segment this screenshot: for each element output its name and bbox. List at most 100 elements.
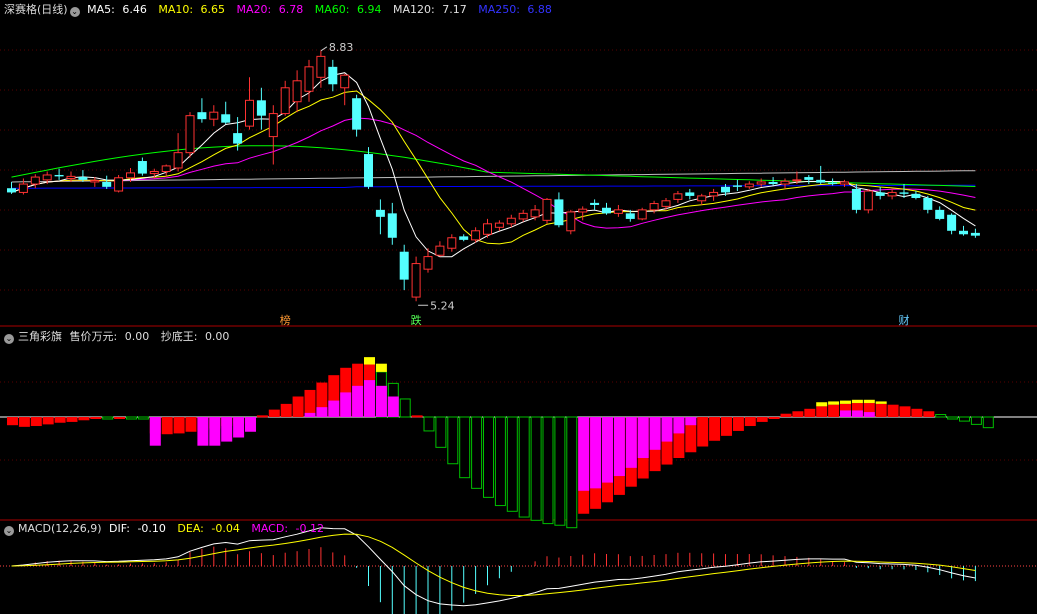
flag-bar (744, 417, 756, 427)
flag-overlay-bar (197, 417, 209, 446)
event-marker: 榜 (280, 313, 291, 327)
price-value: 0.00 (124, 330, 150, 343)
candle-body (292, 80, 302, 103)
candle-body (78, 177, 88, 180)
flag-histogram[interactable] (0, 357, 1037, 529)
bottom-king-value: 0.00 (204, 330, 230, 343)
bottom-king-label: 抄底王: (160, 330, 198, 343)
flag-overlay-bar (602, 417, 613, 483)
flag-bar (459, 416, 471, 479)
candle-body (304, 66, 314, 92)
candle-body (340, 74, 350, 89)
flag-bar (506, 416, 518, 512)
flag-bar (268, 409, 280, 417)
flag-top-bar (840, 400, 851, 404)
flag-bar (102, 416, 114, 420)
candle-body (114, 177, 124, 192)
flag-top-bar (875, 401, 887, 404)
candle-body (411, 263, 421, 298)
flag-overlay-bar (149, 417, 161, 446)
candle-body (566, 211, 576, 232)
candle-body (256, 100, 266, 116)
price-legend: 售价万元: 0.00 (70, 330, 154, 343)
flag-overlay-bar (578, 417, 590, 491)
flag-bar (66, 417, 78, 422)
flag-bar (185, 417, 197, 432)
flag-bar (30, 417, 42, 427)
ma250-value: 6.88 (527, 3, 552, 16)
dif-label: DIF: (109, 522, 130, 535)
flag-overlay-bar (340, 392, 352, 417)
flag-overlay-bar (613, 417, 625, 477)
flag-bar (935, 414, 947, 418)
candle-body (732, 185, 742, 187)
main-legend: 深赛格(日线) ⌄ MA5: 6.46 MA10: 6.65 MA20: 6.78… (4, 3, 560, 17)
flag-bar (161, 417, 173, 435)
ma60-legend: MA60: 6.94 (315, 3, 386, 16)
flag-bar (256, 415, 268, 418)
ma10-value: 6.65 (200, 3, 226, 16)
flag-top-bar (863, 399, 875, 404)
flag-bar (530, 416, 542, 521)
candle-body (352, 98, 362, 130)
candle-body (709, 191, 719, 197)
ma120-legend: MA120: 7.17 (393, 3, 471, 16)
candle-body (697, 195, 707, 202)
macd-chart[interactable] (0, 527, 1037, 614)
candle-body (316, 55, 326, 78)
candle-body (447, 237, 457, 249)
dif-legend: DIF: -0.10 (109, 522, 170, 535)
candle-body (506, 217, 516, 225)
chevron-down-icon[interactable]: ⌄ (4, 334, 14, 344)
candle-body (851, 188, 861, 210)
flag-bar (137, 416, 149, 420)
low-price-label: 5.24 (430, 299, 455, 312)
flag-bar (923, 411, 935, 417)
candle-body (911, 193, 921, 198)
candle-body (149, 170, 159, 175)
flag-overlay-bar (221, 417, 233, 442)
candle-body (66, 175, 76, 179)
flag-overlay-bar (209, 417, 221, 446)
chevron-down-icon[interactable]: ⌄ (69, 7, 80, 17)
ma20-label: MA20: (236, 3, 272, 16)
candle-body (780, 180, 790, 185)
flag-bar (411, 415, 423, 418)
flag-bar (721, 417, 732, 436)
flag-top-bar (816, 402, 828, 407)
sub1-title: 三角彩旗 (18, 330, 62, 343)
high-price-label: 8.83 (329, 41, 354, 54)
flag-bar (554, 416, 566, 526)
ma120-label: MA120: (392, 3, 435, 16)
flag-bar (471, 416, 483, 489)
ma5-legend: MA5: 6.46 (87, 3, 151, 16)
flag-overlay-bar (840, 410, 851, 417)
candle-body (863, 190, 873, 211)
ma250-label: MA250: (478, 3, 520, 16)
candle-body (518, 212, 528, 220)
candle-body (590, 202, 600, 205)
flag-overlay-bar (685, 417, 697, 426)
candle-body (899, 192, 909, 194)
candle-body (459, 236, 469, 240)
flag-bar (887, 404, 899, 417)
flag-bar (697, 417, 709, 447)
ma10-legend: MA10: 6.65 (158, 3, 229, 16)
candle-body (161, 165, 171, 172)
candle-body (435, 245, 445, 256)
ma250-line (11, 184, 976, 189)
flag-bar (518, 416, 530, 518)
candle-body (578, 208, 588, 213)
chevron-down-icon[interactable]: ⌄ (4, 526, 14, 536)
flag-top-bar (364, 357, 375, 365)
flag-overlay-bar (364, 380, 375, 417)
stock-title: 深赛格(日线) (4, 3, 68, 16)
candle-body (530, 209, 540, 218)
candlestick-chart[interactable] (7, 50, 980, 302)
flag-bar (542, 416, 554, 525)
candle-body (137, 161, 147, 174)
candle-body (185, 115, 195, 154)
candle-body (18, 183, 28, 193)
flag-bar (54, 417, 66, 423)
flag-bar (483, 416, 494, 498)
